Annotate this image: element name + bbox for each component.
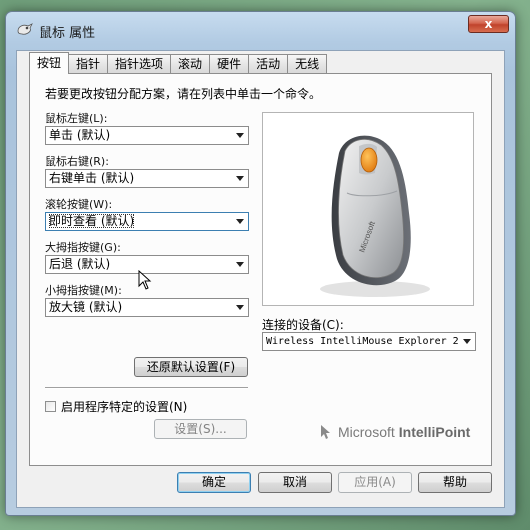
wheel-button-value: 即时查看 (默认) xyxy=(49,214,135,228)
program-specific-label: 启用程序特定的设置(N) xyxy=(61,400,188,414)
window-title: 鼠标 属性 xyxy=(39,26,96,41)
tab-hardware[interactable]: 硬件 xyxy=(210,54,250,73)
wheel-button-select[interactable]: 即时查看 (默认) xyxy=(45,212,249,231)
apply-button[interactable]: 应用(A) xyxy=(338,472,412,493)
dropdown-arrow-icon xyxy=(459,333,475,350)
dropdown-arrow-icon xyxy=(232,256,248,273)
little-finger-button-label: 小拇指按键(M): xyxy=(45,284,122,297)
mouse-preview-image: Microsoft xyxy=(262,112,474,306)
thumb-button-label: 大拇指按键(G): xyxy=(45,241,121,254)
little-finger-button-select[interactable]: 放大镜 (默认) xyxy=(45,298,249,317)
buttons-tab-panel: 若要更改按钮分配方案，请在列表中单击一个命令。 鼠标左键(L): 单击 (默认)… xyxy=(29,73,492,466)
tab-activity[interactable]: 活动 xyxy=(249,54,289,73)
dialog-client-area: 按钮 指针 指针选项 滚动 硬件 活动 无线 若要更改按钮分配方案，请在列表中单… xyxy=(16,50,505,508)
restore-defaults-button[interactable]: 还原默认设置(F) xyxy=(134,357,248,377)
dropdown-arrow-icon xyxy=(232,170,248,187)
dropdown-arrow-icon xyxy=(232,213,248,230)
connected-device-select[interactable]: Wireless IntelliMouse Explorer 2 xyxy=(262,332,476,351)
program-specific-checkbox[interactable] xyxy=(45,401,56,412)
thumb-button-value: 后退 (默认) xyxy=(49,257,111,271)
left-button-label: 鼠标左键(L): xyxy=(45,112,108,125)
mouse-image: Microsoft xyxy=(320,135,430,297)
right-button-label: 鼠标右键(R): xyxy=(45,155,109,168)
title-bar[interactable]: 鼠标 属性 x xyxy=(6,12,515,46)
dropdown-arrow-icon xyxy=(232,299,248,316)
mouse-app-icon xyxy=(17,23,33,35)
program-specific-settings-option[interactable]: 启用程序特定的设置(N) xyxy=(45,398,187,415)
mouse-properties-window: 鼠标 属性 x 按钮 指针 指针选项 滚动 硬件 活动 无线 若要更改按钮分配方… xyxy=(5,11,516,516)
brand-intellipoint: IntelliPoint xyxy=(398,424,471,440)
close-button[interactable]: x xyxy=(468,15,509,33)
connected-device-label: 连接的设备(C): xyxy=(262,318,344,332)
tab-pointers[interactable]: 指针 xyxy=(69,54,109,73)
help-button[interactable]: 帮助 xyxy=(418,472,492,493)
connected-device-value: Wireless IntelliMouse Explorer 2 xyxy=(266,336,459,347)
right-button-select[interactable]: 右键单击 (默认) xyxy=(45,169,249,188)
intellipoint-logo: Microsoft IntelliPoint xyxy=(320,424,470,440)
left-button-select[interactable]: 单击 (默认) xyxy=(45,126,249,145)
tab-wireless[interactable]: 无线 xyxy=(288,54,328,73)
dropdown-arrow-icon xyxy=(232,127,248,144)
instruction-text: 若要更改按钮分配方案，请在列表中单击一个命令。 xyxy=(45,87,322,101)
little-finger-button-value: 放大镜 (默认) xyxy=(49,300,123,314)
tab-strip: 按钮 指针 指针选项 滚动 硬件 活动 无线 xyxy=(29,52,328,74)
settings-button[interactable]: 设置(S)... xyxy=(154,419,247,439)
tab-buttons[interactable]: 按钮 xyxy=(29,52,70,74)
wheel-button-label: 滚轮按键(W): xyxy=(45,198,113,211)
right-button-value: 右键单击 (默认) xyxy=(49,171,135,185)
cancel-button[interactable]: 取消 xyxy=(258,472,332,493)
left-button-value: 单击 (默认) xyxy=(49,128,111,142)
mouse-cursor-icon xyxy=(138,270,152,290)
tab-scrolling[interactable]: 滚动 xyxy=(171,54,211,73)
pointer-logo-icon xyxy=(321,425,330,439)
divider xyxy=(45,387,248,389)
tab-pointer-options[interactable]: 指针选项 xyxy=(108,54,172,73)
brand-microsoft: Microsoft xyxy=(338,424,395,440)
ok-button[interactable]: 确定 xyxy=(177,472,251,493)
